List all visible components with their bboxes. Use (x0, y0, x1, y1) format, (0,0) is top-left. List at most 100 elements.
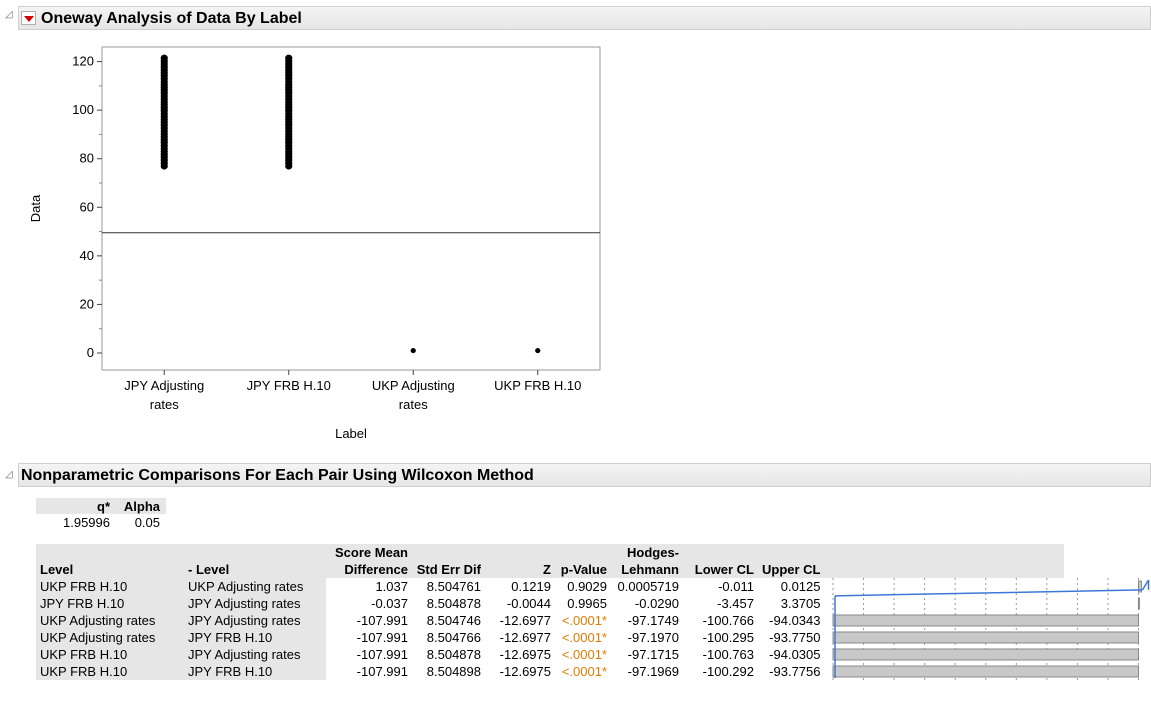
cell-stderr: 8.504761 (426, 579, 481, 594)
collapse-oneway-icon[interactable]: ◿ (5, 9, 13, 20)
cell-stderr: 8.504898 (426, 664, 481, 679)
x-tick-label: UKP Adjusting (372, 378, 455, 393)
oneway-header: Oneway Analysis of Data By Label (18, 6, 1151, 30)
score-bar (832, 665, 1139, 678)
cell-hl: -97.1749 (627, 613, 679, 628)
cell-lower: -100.295 (702, 630, 754, 645)
level-header: Level (36, 561, 184, 578)
cell-upper: 0.0125 (780, 579, 821, 594)
cell-minus: JPY FRB H.10 (184, 629, 326, 646)
cell-upper: -94.0343 (769, 613, 821, 628)
alpha-value: 0.05 (134, 514, 160, 530)
cell-p: 0.9029 (567, 579, 607, 594)
plot-frame (101, 46, 601, 371)
x-axis-label: Label (335, 426, 367, 441)
cell-p: <.0001* (561, 664, 607, 679)
upper-header: Upper CL (758, 561, 825, 578)
score-bar (832, 648, 1139, 661)
cell-stderr: 8.504766 (426, 630, 481, 645)
cell-hl: -97.1969 (627, 664, 679, 679)
cell-lower: -100.766 (702, 613, 754, 628)
x-tick-label: rates (150, 397, 179, 412)
nonparam-title: Nonparametric Comparisons For Each Pair … (21, 467, 534, 484)
y-tick-label: 100 (72, 102, 94, 117)
cell-stderr: 8.504878 (426, 596, 481, 611)
cell-hl: -0.0290 (634, 596, 679, 611)
score-bar (832, 631, 1139, 644)
y-axis-label: Data (28, 194, 43, 222)
cell-upper: -94.0305 (769, 647, 821, 662)
cell-minus: UKP Adjusting rates (184, 578, 326, 595)
x-tick-label: JPY FRB H.10 (247, 378, 331, 393)
trend-line (1141, 579, 1149, 591)
cell-stderr: 8.504746 (426, 613, 481, 628)
data-point (410, 347, 416, 354)
cell-z: -12.6977 (499, 630, 551, 645)
cell-z: -12.6975 (499, 647, 551, 662)
cell-minus: JPY FRB H.10 (184, 663, 326, 680)
cell-z: -12.6975 (499, 664, 551, 679)
y-tick-label: 0 (87, 345, 94, 360)
cell-p: <.0001* (561, 613, 607, 628)
cell-stderr: 8.504878 (426, 647, 481, 662)
cell-score: 1.037 (375, 579, 408, 594)
cell-lower: -100.763 (702, 647, 754, 662)
y-tick-label: 60 (80, 199, 94, 214)
q-alpha-table: q* Alpha 1.95996 0.05 (36, 498, 166, 530)
cell-level: JPY FRB H.10 (36, 595, 184, 612)
cell-lower: -3.457 (717, 596, 754, 611)
cell-upper: -93.7756 (769, 664, 821, 679)
cell-minus: JPY Adjusting rates (184, 595, 326, 612)
y-tick-label: 120 (72, 54, 94, 69)
stderr-header: Std Err Dif (412, 561, 485, 578)
alpha-header: Alpha (116, 498, 166, 514)
cell-lower: -0.011 (718, 579, 754, 594)
oneway-title: Oneway Analysis of Data By Label (41, 10, 302, 27)
q-header: q* (36, 498, 116, 514)
nonparam-header: Nonparametric Comparisons For Each Pair … (18, 463, 1151, 487)
trend-line (834, 589, 1143, 597)
cell-lower: -100.292 (702, 664, 754, 679)
collapse-nonparam-icon[interactable]: ◿ (5, 469, 13, 480)
hodges-header: Lehmann (611, 561, 683, 578)
cell-score: -107.991 (356, 647, 408, 662)
hodges-header-top: Hodges- (611, 544, 683, 561)
cell-hl: -97.1715 (627, 647, 679, 662)
cell-hl: 0.0005719 (617, 579, 679, 594)
data-point (285, 54, 293, 62)
cell-p: <.0001* (561, 647, 607, 662)
oneway-scatter-chart: 0 20 40 60 80 100 120 Data JPY Adjusting rates JPY… (28, 46, 601, 441)
cell-z: -0.0044 (506, 596, 551, 611)
cell-z: -12.6977 (499, 613, 551, 628)
score-bar (1137, 597, 1140, 610)
x-tick-label: UKP FRB H.10 (494, 378, 581, 393)
cell-z: 0.1219 (511, 579, 551, 594)
cell-upper: -93.7750 (769, 630, 821, 645)
data-point (535, 347, 541, 354)
cell-hl: -97.1970 (627, 630, 679, 645)
cell-score: -0.037 (371, 596, 408, 611)
cell-minus: JPY Adjusting rates (184, 612, 326, 629)
x-tick-label: rates (399, 397, 428, 412)
cell-minus: JPY Adjusting rates (184, 646, 326, 663)
cell-upper: 3.3705 (780, 596, 821, 611)
y-tick-label: 40 (80, 248, 94, 263)
score-difference-bar-chart (832, 578, 1149, 680)
cell-score: -107.991 (356, 664, 408, 679)
y-tick-label: 20 (80, 296, 94, 311)
cell-level: UKP Adjusting rates (36, 629, 184, 646)
data-point (160, 54, 168, 62)
cell-level: UKP FRB H.10 (36, 578, 184, 595)
score-header-top: Score Mean (326, 544, 412, 561)
minus-level-header: - Level (184, 561, 326, 578)
score-bar (832, 614, 1139, 627)
cell-level: UKP FRB H.10 (36, 663, 184, 680)
cell-score: -107.991 (356, 613, 408, 628)
score-header: Difference (326, 561, 412, 578)
lower-header: Lower CL (683, 561, 758, 578)
cell-level: UKP FRB H.10 (36, 646, 184, 663)
z-header: Z (485, 561, 555, 578)
red-triangle-menu-icon[interactable] (21, 11, 36, 25)
x-tick-label: JPY Adjusting (124, 378, 204, 393)
cell-score: -107.991 (356, 630, 408, 645)
